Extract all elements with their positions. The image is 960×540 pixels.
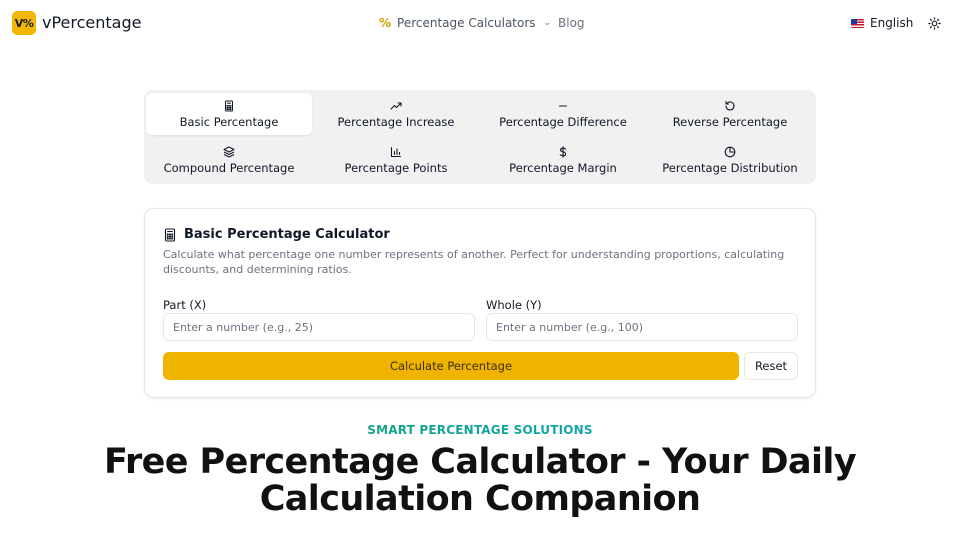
hero-title: Free Percentage Calculator - Your Daily … (103, 442, 857, 519)
language-selector[interactable]: English (851, 16, 913, 30)
tab-percentage-increase[interactable]: Percentage Increase (313, 93, 479, 135)
calculator-icon (225, 100, 233, 112)
theme-toggle-button[interactable] (926, 15, 942, 31)
nav-blog-link[interactable]: Blog (558, 16, 585, 30)
tab-basic-percentage[interactable]: Basic Percentage (146, 93, 312, 135)
whole-input[interactable] (486, 313, 798, 341)
tab-label: Basic Percentage (179, 115, 279, 129)
tab-label: Percentage Margin (509, 161, 617, 175)
chevron-down-icon: ⌄ (543, 18, 552, 28)
tab-reverse-percentage[interactable]: Reverse Percentage (647, 93, 813, 135)
tab-label: Percentage Distribution (662, 161, 798, 175)
percent-icon: % (379, 16, 392, 30)
calculator-tabs: Basic Percentage Percentage Increase Per… (144, 90, 816, 184)
rotate-ccw-icon (725, 100, 735, 111)
card-title: Basic Percentage Calculator (163, 227, 390, 242)
minus-icon (558, 105, 568, 107)
tab-label: Percentage Points (344, 161, 448, 175)
part-label: Part (X) (163, 298, 207, 312)
logo-icon[interactable]: V% (12, 11, 36, 35)
calculator-icon (164, 227, 176, 242)
reset-button[interactable]: Reset (744, 352, 798, 380)
nav-calculators-dropdown[interactable]: % Percentage Calculators ⌄ (379, 16, 551, 30)
card-description: Calculate what percentage one number rep… (163, 248, 785, 276)
site-header: V% vPercentage % Percentage Calculators … (0, 0, 960, 48)
tab-percentage-points[interactable]: Percentage Points (313, 139, 479, 181)
brand-name[interactable]: vPercentage (42, 13, 141, 32)
calculate-button[interactable]: Calculate Percentage (163, 352, 739, 380)
nav-calculators-label: Percentage Calculators (397, 16, 536, 30)
trending-up-icon (390, 102, 402, 110)
dollar-icon (559, 146, 567, 158)
card-title-text: Basic Percentage Calculator (184, 227, 390, 242)
calculator-card: Basic Percentage Calculator Calculate wh… (144, 208, 816, 398)
layers-icon (223, 146, 235, 158)
tab-percentage-distribution[interactable]: Percentage Distribution (647, 139, 813, 181)
tab-label: Percentage Increase (337, 115, 455, 129)
tab-percentage-margin[interactable]: Percentage Margin (480, 139, 646, 181)
whole-label: Whole (Y) (486, 298, 542, 312)
tab-label: Percentage Difference (499, 115, 627, 129)
sun-icon (927, 16, 941, 30)
tab-label: Compound Percentage (163, 161, 295, 175)
us-flag-icon (851, 18, 864, 28)
tab-label: Reverse Percentage (672, 115, 788, 129)
language-label: English (870, 16, 914, 30)
tab-compound-percentage[interactable]: Compound Percentage (146, 139, 312, 181)
bar-chart-icon (390, 146, 402, 158)
hero-eyebrow: SMART PERCENTAGE SOLUTIONS (0, 423, 960, 437)
tab-percentage-difference[interactable]: Percentage Difference (480, 93, 646, 135)
pie-chart-icon (724, 146, 736, 158)
part-input[interactable] (163, 313, 475, 341)
